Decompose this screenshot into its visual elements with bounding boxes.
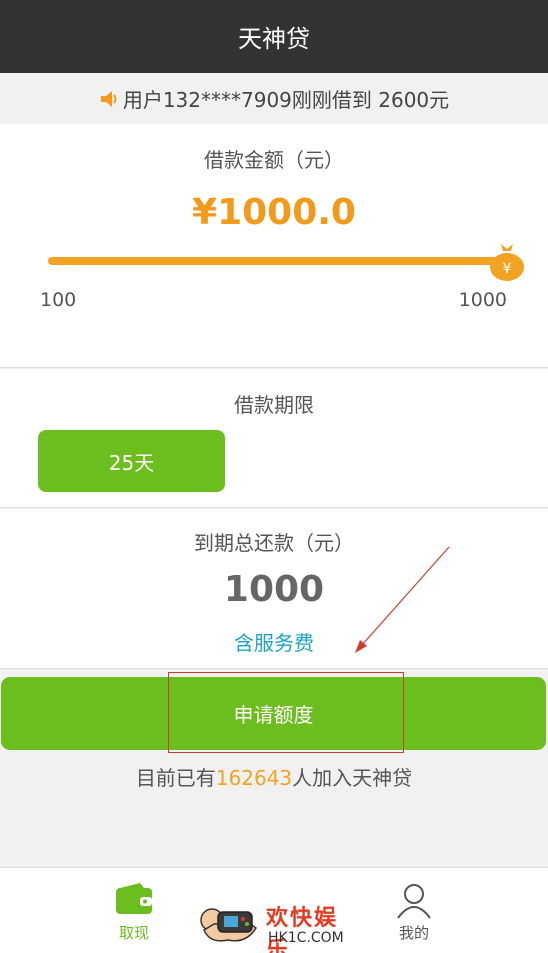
loan-amount-value: ¥1000.0	[192, 192, 356, 233]
annotation-highlight-box	[168, 672, 404, 753]
service-fee-link[interactable]: 含服务费	[0, 627, 548, 656]
speaker-icon	[100, 90, 117, 107]
loan-term-label: 借款期限	[234, 393, 314, 417]
repayment-card: 到期总还款（元） 1000 含服务费	[0, 509, 548, 669]
money-bag-icon[interactable]: ¥	[488, 240, 526, 282]
notice-text: 用户132****7909刚刚借到 2600元	[122, 88, 450, 112]
notice-bar: 用户132****7909刚刚借到 2600元	[0, 73, 548, 124]
user-icon	[397, 884, 431, 919]
member-count-prefix: 目前已有	[135, 766, 216, 790]
tab-withdraw-label: 取现	[118, 924, 149, 942]
tab-withdraw[interactable]: 取现	[95, 868, 173, 953]
loan-amount-label: 借款金额（元）	[204, 148, 344, 172]
money-bag-symbol: ¥	[503, 261, 512, 277]
page-title: 天神贷	[238, 25, 310, 53]
title-bar: 天神贷	[0, 0, 548, 73]
member-count-number: 162643	[215, 766, 293, 790]
repayment-label: 到期总还款（元）	[194, 531, 354, 555]
repayment-value: 1000	[223, 569, 325, 610]
gamepad-icon	[200, 908, 258, 942]
tab-mine[interactable]: 我的	[378, 868, 450, 953]
tab-mine-label: 我的	[398, 924, 429, 942]
watermark: 欢快娱乐 HK1C.COM	[196, 888, 358, 953]
member-count-suffix: 人加入天神贷	[292, 766, 413, 790]
slider-min-label: 100	[40, 289, 77, 311]
loan-amount-card: 借款金额（元） ¥1000.0 ¥ 100 1000	[0, 124, 548, 368]
watermark-url: HK1C.COM	[268, 930, 344, 946]
loan-term-card: 借款期限 25天	[0, 369, 548, 508]
term-option-25-days[interactable]: 25天	[38, 430, 225, 492]
slider-max-label: 1000	[458, 289, 507, 311]
member-count-text: 目前已有162643人加入天神贷	[0, 762, 548, 791]
loan-amount-slider[interactable]	[48, 257, 508, 265]
wallet-icon	[116, 883, 152, 914]
